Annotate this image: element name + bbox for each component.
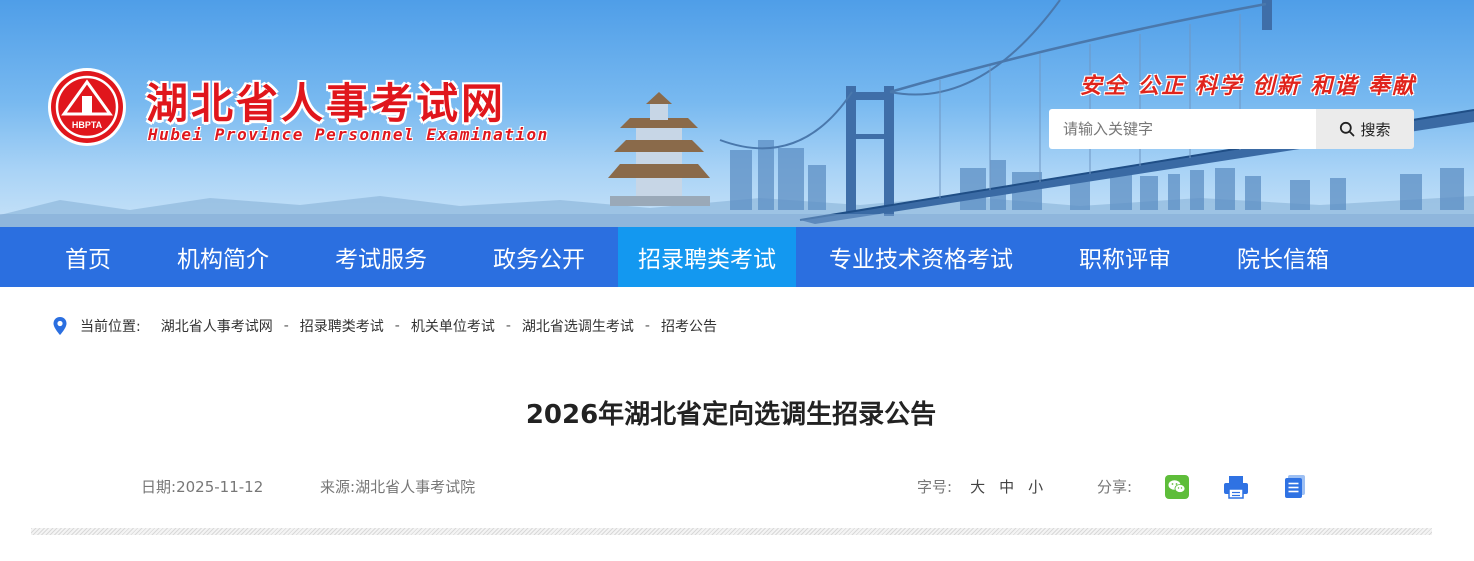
breadcrumb-item-recruitment[interactable]: 招录聘类考试 [300, 316, 384, 336]
nav-item-home[interactable]: 首页 [32, 227, 144, 287]
site-title[interactable]: 湖北省人事考试网 [146, 70, 506, 131]
breadcrumb-separator: - [644, 318, 650, 334]
content-divider [31, 528, 1432, 535]
breadcrumb-item-agency-exams[interactable]: 机关单位考试 [411, 316, 495, 336]
breadcrumb-separator: - [505, 318, 511, 334]
nav-item-about[interactable]: 机构简介 [144, 227, 302, 287]
print-icon[interactable] [1223, 475, 1249, 499]
breadcrumb-separator: - [283, 318, 289, 334]
nav-item-exam-services[interactable]: 考试服务 [302, 227, 460, 287]
hbpta-logo[interactable]: HBPTA [46, 66, 128, 148]
font-size-medium[interactable]: 中 [999, 476, 1014, 497]
nav-item-public-affairs[interactable]: 政务公开 [460, 227, 618, 287]
publish-date: 2025-11-12 [176, 478, 264, 496]
wechat-icon[interactable] [1165, 475, 1189, 499]
header-banner: HBPTA 湖北省人事考试网 Hubei Province Personnel … [0, 0, 1474, 227]
font-size-small[interactable]: 小 [1028, 476, 1043, 497]
share-label: 分享: [1097, 478, 1133, 496]
font-size-large[interactable]: 大 [970, 476, 985, 497]
slogan: 安全 公正 科学 创新 和谐 奉献 [1079, 74, 1416, 99]
source-label: 来源: [320, 478, 356, 496]
breadcrumb-item-home[interactable]: 湖北省人事考试网 [161, 316, 273, 336]
search-icon [1340, 121, 1355, 137]
search-input[interactable] [1049, 109, 1316, 149]
breadcrumb: 当前位置: 湖北省人事考试网 - 招录聘类考试 - 机关单位考试 - 湖北省选调… [52, 316, 717, 336]
nav-item-title-review[interactable]: 职称评审 [1046, 227, 1204, 287]
article-title: 2026年湖北省定向选调生招录公告 [525, 400, 937, 430]
nav-item-recruitment-exams[interactable]: 招录聘类考试 [618, 227, 796, 287]
date-label: 日期: [141, 478, 177, 496]
breadcrumb-item-selected-graduates[interactable]: 湖北省选调生考试 [522, 316, 634, 336]
share-control: 分享: [1097, 476, 1132, 497]
site-subtitle: Hubei Province Personnel Examination [148, 125, 549, 144]
article-meta: 日期:2025-11-12 来源:湖北省人事考试院 [141, 476, 475, 497]
logo-text: HBPTA [72, 120, 103, 130]
tower-illustration [608, 92, 710, 206]
article-source: 湖北省人事考试院 [355, 478, 476, 496]
nav-item-professional-qualification[interactable]: 专业技术资格考试 [796, 227, 1046, 287]
breadcrumb-lead: 当前位置: [80, 319, 141, 335]
search-button-label: 搜索 [1360, 120, 1391, 139]
nav-item-president-mailbox[interactable]: 院长信箱 [1204, 227, 1362, 287]
font-size-control: 字号: 大 中 小 [917, 476, 1043, 497]
search-button[interactable]: 搜索 [1316, 109, 1414, 149]
breadcrumb-separator: - [394, 318, 400, 334]
search-bar: 搜索 [1049, 109, 1414, 149]
document-icon[interactable] [1284, 475, 1306, 499]
location-pin-icon [53, 317, 67, 335]
breadcrumb-item-announcements[interactable]: 招考公告 [661, 316, 717, 336]
font-size-label: 字号: [917, 478, 953, 496]
main-nav: 首页 机构简介 考试服务 政务公开 招录聘类考试 专业技术资格考试 职称评审 院… [0, 227, 1474, 287]
